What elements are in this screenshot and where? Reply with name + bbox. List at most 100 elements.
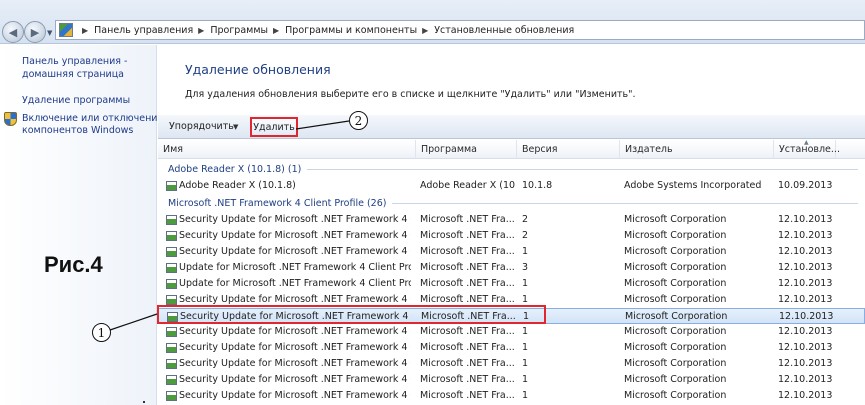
cell-installed: 12.10.2013 <box>778 278 833 289</box>
cell-version: 1 <box>522 374 529 385</box>
update-icon <box>166 231 177 241</box>
back-arrow-icon[interactable]: ◀ <box>2 21 24 43</box>
selected-row-highlight <box>157 305 546 324</box>
cell-publisher: Microsoft Corporation <box>624 230 727 241</box>
cell-installed: 12.10.2013 <box>778 230 833 241</box>
table-row[interactable]: Security Update for Microsoft .NET Frame… <box>158 228 865 244</box>
cell-name: Security Update for Microsoft .NET Frame… <box>179 358 411 369</box>
cell-program: Microsoft .NET Fra... <box>420 342 515 353</box>
cell-program: Microsoft .NET Fra... <box>420 214 515 225</box>
cell-program: Microsoft .NET Fra... <box>420 374 515 385</box>
chevron-down-icon[interactable]: ▼ <box>233 123 238 131</box>
cell-name: Update for Microsoft .NET Framework 4 Cl… <box>179 262 411 273</box>
cell-publisher: Microsoft Corporation <box>624 214 727 225</box>
breadcrumb-programs[interactable]: Программы <box>210 25 268 36</box>
cell-version: 1 <box>522 358 529 369</box>
group-header[interactable]: Microsoft .NET Framework 4 Client Profil… <box>158 195 865 211</box>
cell-program: Microsoft .NET Fra... <box>420 246 515 257</box>
delete-button[interactable]: Удалить <box>250 117 298 137</box>
callout-2: 2 <box>349 111 368 130</box>
address-bar-area: ◀ ▶ ▼ ▶ Панель управления ▶ Программы ▶ … <box>0 0 865 44</box>
sidebar-link-uninstall-program[interactable]: Удаление программы <box>22 95 130 107</box>
organize-button[interactable]: Упорядочить <box>169 121 234 132</box>
cell-name: Security Update for Microsoft .NET Frame… <box>179 326 411 337</box>
update-icon <box>166 295 177 305</box>
forward-arrow-icon[interactable]: ▶ <box>24 21 46 43</box>
cell-installed: 10.09.2013 <box>778 180 833 191</box>
sidebar-link-windows-features[interactable]: Включение или отключение <box>22 113 163 125</box>
cell-program: Microsoft .NET Fra... <box>420 262 515 273</box>
chevron-right-icon[interactable]: ▶ <box>82 26 88 35</box>
table-row[interactable]: Security Update for Microsoft .NET Frame… <box>158 372 865 388</box>
cell-installed: 12.10.2013 <box>779 311 834 322</box>
table-row[interactable]: Update for Microsoft .NET Framework 4 Cl… <box>158 276 865 292</box>
table-row[interactable]: Update for Microsoft .NET Framework 4 Cl… <box>158 260 865 276</box>
cell-version: 2 <box>522 214 529 225</box>
breadcrumb-control-panel[interactable]: Панель управления <box>94 25 193 36</box>
table-row[interactable]: Security Update for Microsoft .NET Frame… <box>158 212 865 228</box>
cell-name: Security Update for Microsoft .NET Frame… <box>179 342 411 353</box>
history-dropdown-icon[interactable]: ▼ <box>47 29 52 37</box>
page-title: Удаление обновления <box>185 62 331 77</box>
cell-installed: 12.10.2013 <box>778 342 833 353</box>
chevron-right-icon[interactable]: ▶ <box>273 26 279 35</box>
address-bar[interactable]: ▶ Панель управления ▶ Программы ▶ Програ… <box>55 20 865 40</box>
cell-publisher: Microsoft Corporation <box>624 358 727 369</box>
table-row[interactable]: Security Update for Microsoft .NET Frame… <box>158 356 865 372</box>
cell-program: Microsoft .NET Fra... <box>420 358 515 369</box>
table-row[interactable]: Security Update for Microsoft .NET Frame… <box>158 244 865 260</box>
table-row[interactable]: Security Update for Microsoft .NET Frame… <box>158 388 865 404</box>
figure-label: Рис.4 <box>44 252 103 277</box>
cell-installed: 12.10.2013 <box>778 326 833 337</box>
cell-version: 1 <box>522 390 529 401</box>
update-icon <box>166 263 177 273</box>
cell-version: 2 <box>522 230 529 241</box>
cell-publisher: Microsoft Corporation <box>624 294 727 305</box>
cell-publisher: Microsoft Corporation <box>624 374 727 385</box>
cell-publisher: Microsoft Corporation <box>625 311 728 322</box>
update-icon <box>166 215 177 225</box>
cell-publisher: Microsoft Corporation <box>624 342 727 353</box>
cell-installed: 12.10.2013 <box>778 262 833 273</box>
cell-name: Update for Microsoft .NET Framework 4 Cl… <box>179 278 411 289</box>
cell-program: Microsoft .NET Fra... <box>420 390 515 401</box>
breadcrumb-programs-and-features[interactable]: Программы и компоненты <box>285 25 417 36</box>
column-header-program[interactable]: Программа <box>416 140 517 159</box>
cell-version: 1 <box>522 246 529 257</box>
cell-publisher: Adobe Systems Incorporated <box>624 180 762 191</box>
breadcrumb-installed-updates[interactable]: Установленные обновления <box>434 25 574 36</box>
cell-publisher: Microsoft Corporation <box>624 278 727 289</box>
update-icon <box>166 359 177 369</box>
cell-program: Microsoft .NET Fra... <box>420 326 515 337</box>
cell-version: 1 <box>522 326 529 337</box>
column-header-version[interactable]: Версия <box>517 140 620 159</box>
column-header-publisher[interactable]: Издатель <box>620 140 774 159</box>
chevron-right-icon[interactable]: ▶ <box>422 26 428 35</box>
table-row[interactable]: Security Update for Microsoft .NET Frame… <box>158 324 865 340</box>
group-divider <box>307 169 858 170</box>
table-row[interactable]: Security Update for Microsoft .NET Frame… <box>158 340 865 356</box>
sidebar-link-windows-features-line2[interactable]: компонентов Windows <box>22 125 133 137</box>
sidebar-link-control-panel-home-line2[interactable]: домашняя страница <box>22 69 124 81</box>
table-row[interactable]: Adobe Reader X (10.1.8) Adobe Reader X (1… <box>158 178 865 194</box>
cell-version: 10.1.8 <box>522 180 553 191</box>
group-header[interactable]: Adobe Reader X (10.1.8) (1) <box>158 161 865 177</box>
page-description: Для удаления обновления выберите его в с… <box>185 89 636 100</box>
cell-name: Security Update for Microsoft .NET Frame… <box>179 374 411 385</box>
group-label: Microsoft .NET Framework 4 Client Profil… <box>168 197 387 209</box>
cell-name: Adobe Reader X (10.1.8) <box>179 180 296 191</box>
update-icon <box>166 343 177 353</box>
update-icon <box>166 279 177 289</box>
column-header-name[interactable]: Имя <box>158 140 416 159</box>
sidebar: Панель управления - домашняя страница Уд… <box>0 45 163 405</box>
sort-caret-icon: ▲ <box>804 139 809 146</box>
sidebar-link-control-panel-home[interactable]: Панель управления - <box>22 56 127 68</box>
chevron-right-icon[interactable]: ▶ <box>198 26 204 35</box>
cell-version: 3 <box>522 262 529 273</box>
cell-installed: 12.10.2013 <box>778 214 833 225</box>
cell-version: 1 <box>522 342 529 353</box>
cell-publisher: Microsoft Corporation <box>624 390 727 401</box>
column-header-row: Имя Программа Версия Издатель Установле.… <box>158 139 865 159</box>
group-label: Adobe Reader X (10.1.8) (1) <box>168 163 302 175</box>
shield-icon <box>4 112 17 126</box>
